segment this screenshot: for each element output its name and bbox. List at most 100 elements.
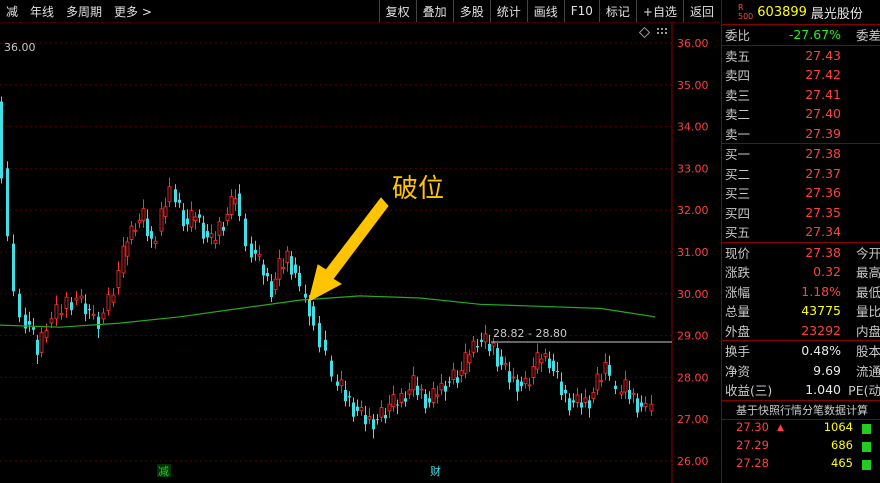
bid-row[interactable]: 买二 27.37 — [722, 164, 880, 184]
kline-chart[interactable]: 36.00 36.00 35.00 34.00 33.00 32.00 31.00 30.0… — [0, 22, 720, 483]
ask-row[interactable]: 卖一 27.39 — [722, 124, 880, 144]
candle — [116, 269, 121, 288]
candle — [206, 231, 209, 238]
stat-row: 换手 0.48% 股本 — [725, 343, 880, 360]
candle — [84, 303, 87, 315]
candle — [548, 358, 551, 369]
add-watchlist-button[interactable]: +自选 — [635, 0, 683, 22]
candle — [516, 379, 519, 392]
price-axis-label: 31.00 — [677, 246, 709, 259]
candle — [312, 306, 315, 326]
candle — [560, 381, 563, 395]
marker-reduce[interactable]: 减 — [158, 465, 169, 478]
candle — [159, 208, 164, 232]
candle — [348, 396, 351, 398]
candle — [476, 346, 479, 348]
candle — [308, 300, 311, 317]
candle — [0, 101, 3, 179]
tick-list[interactable]: 27.30 ▲ 1064 27.29 686 27.28 465 — [722, 420, 880, 474]
candle — [500, 356, 503, 365]
candle — [619, 391, 624, 395]
bid-row[interactable]: 买五 27.34 — [722, 222, 880, 242]
candle — [97, 316, 100, 329]
candle — [539, 358, 544, 364]
f10-button[interactable]: F10 — [563, 0, 599, 22]
draw-line-button[interactable]: 画线 — [526, 0, 564, 22]
ask-row[interactable]: 卖四 27.42 — [722, 65, 880, 85]
stat-row: 外盘 23292 内盘 — [725, 322, 880, 339]
candle — [79, 295, 84, 299]
candle — [304, 293, 307, 298]
candle — [202, 222, 205, 239]
candle — [318, 323, 321, 348]
candle — [459, 370, 464, 376]
ask-book: 卖五 27.43 卖四 27.42 卖三 27.41 卖二 27.40 卖一 27.39 — [722, 46, 880, 144]
mark-button[interactable]: 标记 — [598, 0, 636, 22]
period-menu: 减 年线 多周期 更多 > — [0, 0, 158, 22]
candle — [508, 371, 511, 383]
bid-row[interactable]: 买三 27.36 — [722, 183, 880, 203]
candle — [74, 297, 79, 301]
multi-stock-button[interactable]: 多股 — [452, 0, 490, 22]
candle — [568, 398, 571, 411]
candle — [106, 294, 111, 311]
ask-row[interactable]: 卖三 27.41 — [722, 85, 880, 105]
toolbar-item-more[interactable]: 更多 > — [108, 3, 158, 20]
candle — [623, 379, 628, 393]
chart-top-price-label: 36.00 — [4, 41, 36, 54]
tick-title: 基于快照行情分笔数据计算 — [722, 401, 880, 420]
candle — [384, 415, 387, 419]
candle — [603, 361, 608, 374]
candle — [444, 385, 447, 392]
marker-finance[interactable]: 财 — [430, 464, 441, 478]
candle — [101, 312, 106, 320]
volume-bar-icon — [862, 423, 871, 434]
candle — [483, 333, 488, 343]
tick-row: 27.29 686 — [722, 438, 880, 456]
bid-row[interactable]: 买四 27.35 — [722, 203, 880, 223]
tick-row: 27.28 465 — [722, 456, 880, 474]
price-axis-label: 28.00 — [677, 371, 709, 384]
restore-rights-button[interactable]: 复权 — [378, 0, 416, 22]
candle — [588, 400, 591, 409]
candle — [424, 394, 427, 409]
stat-row: 总量 43775 量比 — [725, 303, 880, 320]
candle — [339, 379, 344, 387]
stats-block-1: 现价 27.38 今开 涨跌 0.32 最高 涨幅 1.18% 最低 总量 43775 量比 外… — [722, 243, 880, 341]
candle — [572, 400, 575, 403]
candle — [262, 264, 265, 276]
candle — [543, 353, 548, 357]
candle — [643, 402, 648, 408]
candle — [356, 406, 359, 411]
candle — [121, 245, 126, 274]
candle — [178, 199, 181, 203]
chart-actions: 复权 叠加 多股 统计 画线 F10 标记 +自选 返回 — [378, 0, 720, 22]
candle — [125, 241, 130, 257]
candle — [372, 419, 375, 430]
back-button[interactable]: 返回 — [682, 0, 720, 22]
toolbar-item-year-line[interactable]: 年线 — [24, 3, 60, 20]
candle — [640, 402, 643, 407]
diamond-icon[interactable] — [638, 26, 651, 39]
stat-row: 收益(三) 1.040 PE(动 — [725, 382, 880, 399]
bid-book: 买一 27.38 买二 27.37 买三 27.36 买四 27.35 买五 27.34 — [722, 144, 880, 243]
candle — [209, 233, 214, 238]
candle — [198, 214, 201, 218]
candle — [6, 168, 9, 237]
candle — [614, 385, 617, 390]
ask-row[interactable]: 卖五 27.43 — [722, 46, 880, 66]
candle — [628, 389, 631, 400]
price-axis-label: 32.00 — [677, 204, 709, 217]
candle — [64, 296, 69, 309]
ask-row[interactable]: 卖二 27.40 — [722, 104, 880, 124]
bid-row[interactable]: 买一 27.38 — [722, 144, 880, 164]
toolbar-item-reduce[interactable]: 减 — [0, 3, 24, 20]
statistics-button[interactable]: 统计 — [489, 0, 527, 22]
weibi-row: 委比 -27.67% 委差 — [722, 25, 880, 46]
overlay-button[interactable]: 叠加 — [415, 0, 453, 22]
candle — [527, 384, 532, 387]
settings-icon[interactable] — [657, 28, 667, 34]
candle — [376, 419, 379, 421]
toolbar-item-multi-period[interactable]: 多周期 — [60, 3, 108, 20]
candle — [330, 360, 333, 377]
